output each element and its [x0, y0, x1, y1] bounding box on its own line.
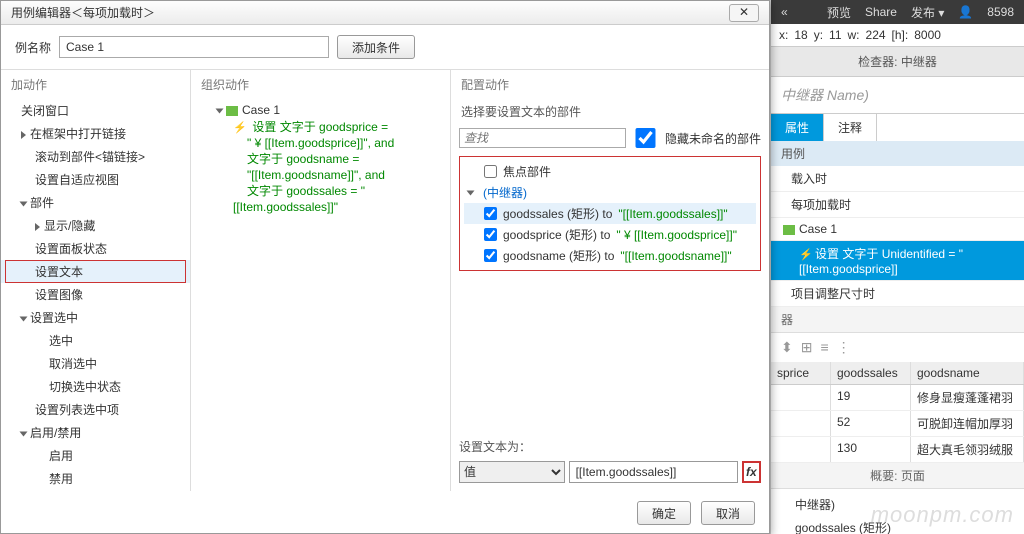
arrow-left-icon[interactable]: «: [781, 5, 788, 19]
event-itemload[interactable]: 每项加载时: [771, 192, 1024, 218]
hide-unnamed-checkbox[interactable]: [632, 128, 659, 148]
th-sprice[interactable]: sprice: [771, 362, 831, 384]
expand-icon[interactable]: [20, 431, 28, 436]
action-tree-item[interactable]: 禁用: [1, 467, 190, 490]
expand-icon[interactable]: [467, 190, 475, 195]
case-icon: [783, 225, 795, 235]
outline-repeater[interactable]: 中继器): [781, 493, 1014, 516]
outline-item[interactable]: goodssales (矩形): [781, 516, 1014, 534]
set-text-section: 设置文本为： 值 fx: [451, 430, 769, 491]
configure-column: 选择要设置文本的部件 隐藏未命名的部件 焦点部件 (中继器) goodssale…: [451, 99, 769, 491]
case-name-label: 例名称: [15, 39, 51, 56]
repeater-toolbar[interactable]: ⬍ ⊞ ≡ ⋮: [771, 333, 1024, 362]
dialog-titlebar: 用例编辑器＜每项加载时＞ ✕: [1, 1, 769, 25]
widget-checkbox[interactable]: [484, 207, 497, 220]
widget-row[interactable]: goodsname (矩形) to "[[Item.goodsname]]": [464, 245, 756, 266]
filter-icon: ⋮: [837, 339, 851, 356]
hide-unnamed-label: 隐藏未命名的部件: [665, 130, 761, 147]
actions-tree: 关闭窗口在框架中打开链接滚动到部件<锚链接>设置自适应视图部件显示/隐藏设置面板…: [1, 99, 191, 491]
section-usecase: 用例: [771, 141, 1024, 166]
share-button[interactable]: Share: [865, 5, 897, 19]
bolt-icon: [233, 119, 245, 131]
action-tree-item[interactable]: 在框架中打开链接: [1, 122, 190, 145]
action-tree-item[interactable]: 启用/禁用: [1, 421, 190, 444]
action-tree-item[interactable]: 切换选中状态: [1, 375, 190, 398]
th-goodsname[interactable]: goodsname: [911, 362, 1024, 384]
expand-icon[interactable]: [216, 108, 224, 113]
widget-row[interactable]: goodsprice (矩形) to " ¥ [[Item.goodsprice…: [464, 224, 756, 245]
action-tree-item[interactable]: 滚动到部件<锚链接>: [1, 145, 190, 168]
case-name-input[interactable]: [59, 36, 329, 58]
add-condition-button[interactable]: 添加条件: [337, 35, 415, 59]
tab-notes[interactable]: 注释: [824, 114, 877, 141]
organize-column: Case 1 设置 文字于 goodsprice = " ¥ [[Item.go…: [191, 99, 451, 491]
expression-input[interactable]: [569, 461, 738, 483]
align-left-icon: ⬍: [781, 339, 793, 356]
action-tree-item[interactable]: 启用: [1, 444, 190, 467]
inspector-title: 检查器: 中继器: [771, 47, 1024, 77]
action-tree-item[interactable]: 设置图像: [1, 283, 190, 306]
expand-icon[interactable]: [35, 223, 40, 231]
set-text-label: 设置文本为：: [459, 438, 761, 455]
widget-checkbox[interactable]: [484, 228, 497, 241]
inspector-panel: « 预览 Share 发布 ▾ 👤 8598 x:18 y:11 w:224 […: [770, 0, 1024, 534]
action-tree-item[interactable]: 关闭窗口: [1, 99, 190, 122]
expand-icon[interactable]: [21, 131, 26, 139]
action-tree-item[interactable]: 选中: [1, 329, 190, 352]
data-table: sprice goodssales goodsname 19修身显瘦蓬蓬裙羽 5…: [771, 362, 1024, 463]
coords-bar: x:18 y:11 w:224 [h]:8000: [771, 24, 1024, 47]
outline-header: 概要: 页面: [771, 463, 1024, 489]
action-tree-item[interactable]: 显示/隐藏: [1, 214, 190, 237]
case-icon: [226, 106, 238, 116]
event-resize[interactable]: 项目调整尺寸时: [771, 281, 1024, 307]
value-type-select[interactable]: 值: [459, 461, 565, 483]
th-goodssales[interactable]: goodssales: [831, 362, 911, 384]
focus-widget-row[interactable]: 焦点部件: [464, 161, 756, 182]
case-item[interactable]: Case 1: [771, 218, 1024, 241]
event-onload[interactable]: 载入时: [771, 166, 1024, 192]
user-icon: 👤: [958, 5, 973, 19]
focus-checkbox[interactable]: [484, 165, 497, 178]
tab-properties[interactable]: 属性: [771, 114, 824, 141]
widget-name-field[interactable]: 中继器 Name): [771, 77, 1024, 114]
action-item[interactable]: 设置 文字于 Unidentified = "[[Item.goodsprice…: [771, 241, 1024, 281]
expand-icon[interactable]: [20, 201, 28, 206]
action-tree-item[interactable]: 设置面板状态: [1, 237, 190, 260]
action-node[interactable]: 设置 文字于 goodsprice = " ¥ [[Item.goodspric…: [199, 117, 442, 215]
action-tree-item[interactable]: 移动: [1, 490, 190, 491]
ok-button[interactable]: 确定: [637, 501, 691, 525]
search-input[interactable]: [459, 128, 626, 148]
action-tree-item[interactable]: 设置列表选中项: [1, 398, 190, 421]
repeater-node[interactable]: (中继器): [464, 182, 756, 203]
fx-button[interactable]: fx: [742, 461, 761, 483]
section-repeater: 器: [771, 307, 1024, 333]
action-tree-item[interactable]: 设置文本: [1, 260, 190, 283]
action-tree-item[interactable]: 部件: [1, 191, 190, 214]
case-node[interactable]: Case 1: [199, 103, 442, 117]
grid-icon: ⊞: [801, 339, 813, 356]
col-header-add-action: 加动作: [1, 70, 191, 99]
user-count: 8598: [987, 5, 1014, 19]
inspector-tabs: 属性 注释: [771, 114, 1024, 141]
cancel-button[interactable]: 取消: [701, 501, 755, 525]
app-toolbar: « 预览 Share 发布 ▾ 👤 8598: [771, 0, 1024, 24]
action-tree-item[interactable]: 设置自适应视图: [1, 168, 190, 191]
action-tree-item[interactable]: 取消选中: [1, 352, 190, 375]
outline-tree: 中继器) goodssales (矩形) goodsprice (矩形) goo…: [771, 489, 1024, 534]
widget-tree: 焦点部件 (中继器) goodssales (矩形) to "[[Item.go…: [459, 156, 761, 271]
preview-button[interactable]: 预览: [827, 4, 851, 21]
col-header-configure: 配置动作: [451, 70, 769, 99]
config-heading: 选择要设置文本的部件: [451, 99, 769, 124]
case-editor-dialog: 用例编辑器＜每项加载时＞ ✕ 例名称 添加条件 加动作 组织动作 配置动作 关闭…: [0, 0, 770, 534]
widget-row[interactable]: goodssales (矩形) to "[[Item.goodssales]]": [464, 203, 756, 224]
widget-checkbox[interactable]: [484, 249, 497, 262]
action-tree-item[interactable]: 设置选中: [1, 306, 190, 329]
publish-button[interactable]: 发布 ▾: [911, 4, 944, 21]
col-header-organize: 组织动作: [191, 70, 451, 99]
dialog-title: 用例编辑器＜每项加载时＞: [11, 4, 155, 21]
close-button[interactable]: ✕: [729, 4, 759, 22]
expand-icon[interactable]: [20, 316, 28, 321]
bolt-icon: [799, 247, 811, 259]
sort-icon: ≡: [820, 339, 828, 356]
